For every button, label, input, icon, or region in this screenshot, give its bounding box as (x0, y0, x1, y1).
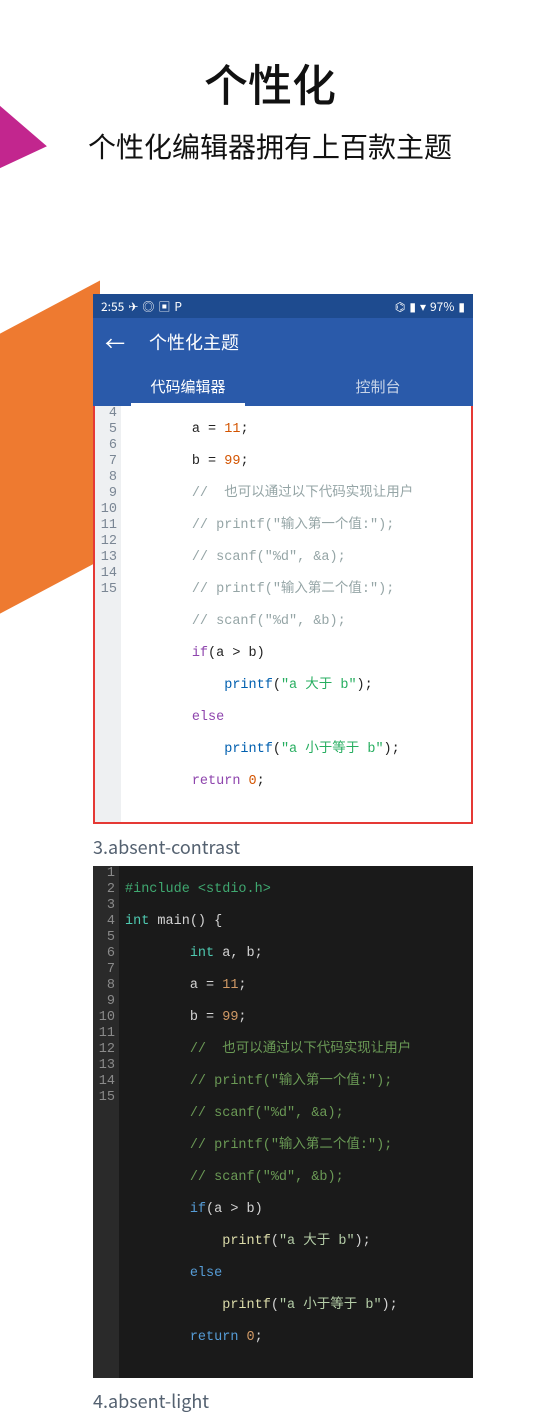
page-subtitle: 个性化编辑器拥有上百款主题 (0, 126, 540, 166)
signal-icon: ▮ (409, 298, 416, 315)
status-bar: 2:55 ✈ ◎ ▣ P ⌬ ▮ ▾ 97% ▮ (93, 294, 473, 318)
p-icon: P (174, 298, 182, 315)
code-content: #include <stdio.h> int main() { int a, b… (119, 866, 473, 1378)
tab-code-editor[interactable]: 代码编辑器 (93, 366, 283, 406)
decoration-orange (0, 280, 100, 629)
code-editor-dark[interactable]: 123456789101112131415 #include <stdio.h>… (93, 866, 473, 1378)
battery-icon: ▮ (458, 298, 465, 315)
screenshot-icon: ▣ (158, 298, 170, 315)
battery-percent: 97% (430, 298, 454, 315)
tab-console[interactable]: 控制台 (283, 366, 473, 406)
app-icon: ◎ (142, 298, 154, 315)
theme-label-4: 4.absent-light (93, 1388, 473, 1414)
bluetooth-icon: ⌬ (395, 298, 405, 315)
theme-label-3: 3.absent-contrast (93, 834, 473, 860)
app-bar: ← 个性化主题 (93, 318, 473, 366)
wifi-icon: ▾ (420, 298, 426, 315)
appbar-title: 个性化主题 (149, 329, 239, 355)
line-gutter: 123456789101112131415 (93, 866, 119, 1378)
tab-bar: 代码编辑器 控制台 (93, 366, 473, 406)
code-content: a = 11; b = 99; // 也可以通过以下代码实现让用户 // pri… (121, 406, 471, 822)
code-editor-light[interactable]: 456789101112131415 a = 11; b = 99; // 也可… (93, 406, 473, 824)
page-title: 个性化 (0, 50, 540, 114)
phone-screenshot: 2:55 ✈ ◎ ▣ P ⌬ ▮ ▾ 97% ▮ ← 个性化主题 代码编辑器 控… (93, 294, 473, 1420)
telegram-icon: ✈ (128, 298, 138, 315)
back-arrow-icon[interactable]: ← (105, 328, 125, 357)
line-gutter: 456789101112131415 (95, 406, 121, 822)
status-time: 2:55 (101, 298, 124, 315)
